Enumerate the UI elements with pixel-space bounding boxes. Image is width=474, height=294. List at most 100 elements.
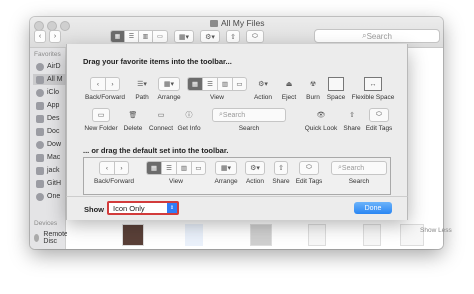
- back-button[interactable]: ‹: [34, 30, 46, 43]
- default-item-search: ⌕ Search Search: [330, 161, 388, 185]
- trash-icon: 🗑: [128, 112, 138, 119]
- default-item-back-forward: ‹ › Back/Forward: [88, 161, 140, 185]
- file-thumbnail[interactable]: [308, 224, 326, 246]
- sidebar: Favorites AirD All M iClo App Des Doc Do…: [30, 48, 68, 249]
- toolbar-search-field[interactable]: ⌕ Search: [314, 29, 440, 43]
- gear-icon: ⚙▾: [258, 81, 268, 88]
- search-field: ⌕ Search: [331, 161, 387, 175]
- cloud-icon: [36, 192, 44, 201]
- file-thumbnail[interactable]: [363, 224, 381, 246]
- desktop-icon: [36, 114, 44, 123]
- share-icon: ⇧: [274, 161, 288, 175]
- default-item-edit-tags: ⬭ Edit Tags: [294, 161, 324, 185]
- column-view-icon[interactable]: ▥: [139, 31, 153, 42]
- show-label: Show: [84, 205, 104, 214]
- show-select[interactable]: Icon Only ⇕: [107, 201, 179, 215]
- share-icon: ⇧: [349, 112, 355, 119]
- toolbar-item-burn[interactable]: ☢ Burn: [303, 77, 323, 101]
- file-thumbnail[interactable]: [185, 224, 203, 246]
- toolbar-item-arrange[interactable]: ▦▾ Arrange: [155, 77, 183, 101]
- gear-icon: ⚙▾: [245, 161, 265, 175]
- chevron-updown-icon: ⇕: [167, 203, 177, 213]
- icon-view-icon[interactable]: ▦: [111, 31, 125, 42]
- applications-icon: [36, 101, 44, 110]
- view-icon: ▦ ☰ ▥ ▭: [144, 161, 208, 175]
- list-view-icon[interactable]: ☰: [125, 31, 139, 42]
- toolbar-item-space[interactable]: Space: [325, 77, 347, 101]
- toolbar-item-search[interactable]: ⌕ Search Search: [209, 108, 289, 132]
- eject-icon: ⏏: [285, 81, 293, 88]
- action-button[interactable]: ⚙▾: [200, 30, 220, 43]
- all-my-files-icon: [36, 75, 44, 84]
- eye-icon: 👁: [316, 112, 326, 119]
- sidebar-devices-heading: Devices: [34, 220, 58, 227]
- toolbar-item-connect[interactable]: ▭ Connect: [147, 108, 175, 132]
- file-thumbnail[interactable]: [250, 224, 272, 246]
- sidebar-item-applications[interactable]: App: [33, 100, 66, 111]
- disc-icon: [34, 234, 40, 242]
- share-button[interactable]: ⇧: [226, 30, 240, 43]
- default-set-title: ... or drag the default set into the too…: [83, 146, 229, 155]
- toolbar-item-eject[interactable]: ⏏ Eject: [278, 77, 300, 101]
- view-segmented-control[interactable]: ▦ ☰ ▥ ▭: [110, 30, 168, 43]
- sidebar-item-remote-disc[interactable]: Remote Disc: [34, 231, 71, 245]
- folder-icon: [36, 153, 44, 162]
- arrange-icon: ▦▾: [158, 77, 180, 91]
- default-toolbar-set[interactable]: ‹ › Back/Forward ▦ ☰ ▥ ▭ View ▦▾ Arrange ⚙▾ …: [83, 157, 391, 195]
- space-icon: [328, 77, 344, 91]
- airdrop-icon: [36, 62, 44, 71]
- toolbar-item-edit-tags[interactable]: ⬭ Edit Tags: [363, 108, 395, 132]
- customize-toolbar-sheet: Drag your favorite items into the toolba…: [66, 44, 408, 216]
- toolbar-item-quick-look[interactable]: 👁 Quick Look: [303, 108, 339, 132]
- zoom-window-button[interactable]: [60, 21, 70, 31]
- sidebar-item-downloads[interactable]: Dow: [33, 139, 66, 150]
- toolbar-item-flexible-space[interactable]: ↔ Flexible Space: [348, 77, 398, 101]
- toolbar-item-view[interactable]: ▦ ☰ ▥ ▭ View: [186, 77, 248, 101]
- folder-icon: [36, 179, 44, 188]
- file-thumbnail[interactable]: [122, 224, 144, 246]
- path-icon: ☰▾: [137, 81, 147, 88]
- toolbar-item-path[interactable]: ☰▾ Path: [131, 77, 153, 101]
- toolbar-item-new-folder[interactable]: ▭ New Folder: [81, 108, 121, 132]
- sidebar-item-documents[interactable]: Doc: [33, 126, 66, 137]
- back-forward-icon: ‹ ›: [81, 77, 129, 91]
- sidebar-favorites-heading: Favorites: [34, 51, 61, 58]
- sidebar-item-mac[interactable]: Mac: [33, 152, 66, 163]
- sidebar-item-onedrive[interactable]: One: [33, 191, 66, 202]
- show-less-link[interactable]: Show Less: [420, 227, 452, 234]
- sidebar-item-all-my-files[interactable]: All M: [33, 74, 66, 85]
- arrange-button[interactable]: ▦▾: [174, 30, 194, 43]
- tag-icon: ⬭: [369, 108, 389, 122]
- tag-icon: ⬭: [299, 161, 319, 175]
- done-button[interactable]: Done: [354, 202, 392, 214]
- sidebar-item-icloud[interactable]: iClo: [33, 87, 66, 98]
- toolbar-item-action[interactable]: ⚙▾ Action: [250, 77, 276, 101]
- all-my-files-icon: [210, 20, 218, 27]
- arrange-icon: ▦▾: [215, 161, 237, 175]
- default-item-action: ⚙▾ Action: [242, 161, 268, 185]
- default-item-arrange: ▦▾ Arrange: [212, 161, 240, 185]
- edit-tags-button[interactable]: ⬭: [246, 30, 264, 43]
- sheet-title: Drag your favorite items into the toolba…: [83, 57, 232, 66]
- toolbar-item-delete[interactable]: 🗑 Delete: [122, 108, 144, 132]
- sidebar-item-desktop[interactable]: Des: [33, 113, 66, 124]
- info-icon: ⓘ: [185, 112, 193, 119]
- toolbar-item-back-forward[interactable]: ‹ › Back/Forward: [81, 77, 129, 101]
- flexible-space-icon: ↔: [364, 77, 382, 91]
- connect-icon: ▭: [157, 112, 165, 119]
- window-title: All My Files: [210, 18, 264, 28]
- sidebar-item-jack[interactable]: jack: [33, 165, 66, 176]
- search-field: ⌕ Search: [212, 108, 286, 122]
- sidebar-item-github[interactable]: GitH: [33, 178, 66, 189]
- toolbar-item-get-info[interactable]: ⓘ Get Info: [176, 108, 202, 132]
- sheet-footer: Show Icon Only ⇕ Done: [66, 196, 408, 220]
- default-item-view: ▦ ☰ ▥ ▭ View: [144, 161, 208, 185]
- sidebar-item-airdrop[interactable]: AirD: [33, 61, 66, 72]
- cover-flow-icon[interactable]: ▭: [153, 31, 167, 42]
- burn-icon: ☢: [309, 81, 317, 88]
- view-icon: ▦ ☰ ▥ ▭: [186, 77, 248, 91]
- home-icon: [36, 166, 44, 175]
- new-folder-icon: ▭: [92, 108, 110, 122]
- forward-button[interactable]: ›: [49, 30, 61, 43]
- toolbar-item-share[interactable]: ⇧ Share: [341, 108, 363, 132]
